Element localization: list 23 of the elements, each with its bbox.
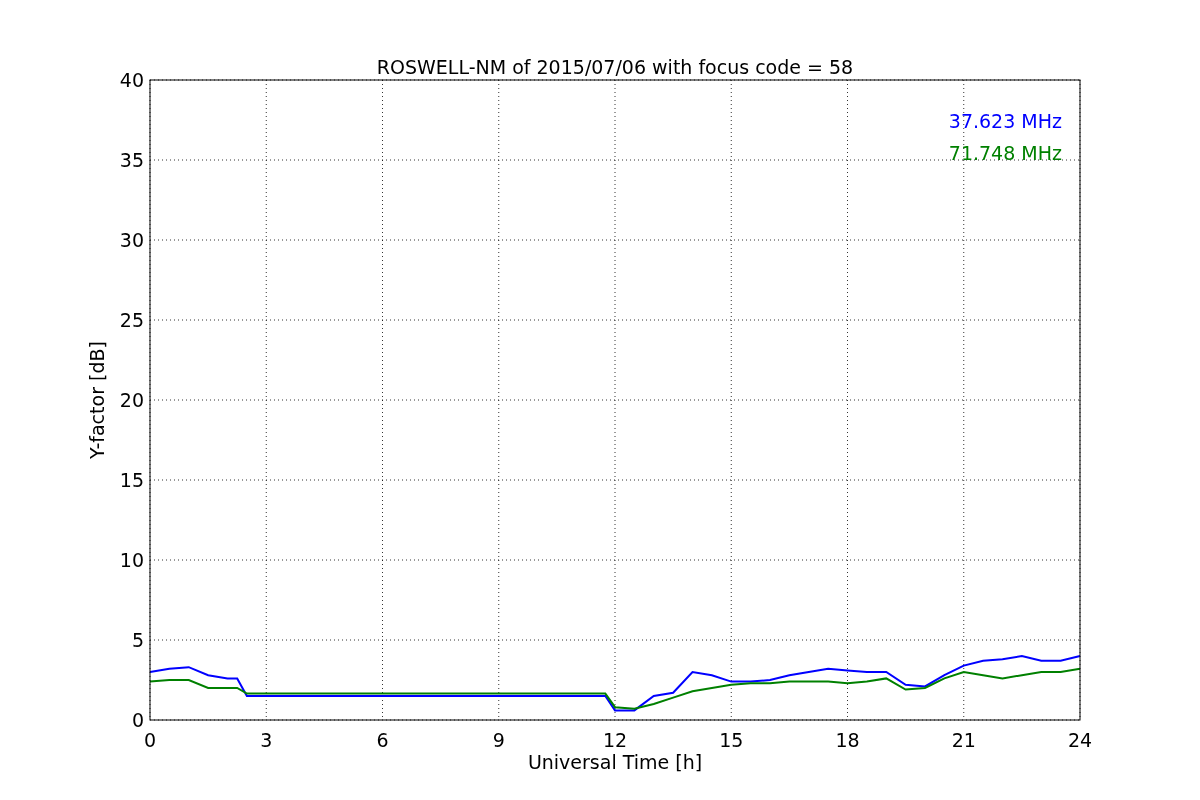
y-tick-label: 30	[119, 229, 144, 251]
y-tick-label: 5	[131, 629, 144, 651]
y-tick-label: 15	[119, 469, 144, 491]
y-axis-label: Y-factor [dB]	[86, 341, 108, 459]
x-tick-label: 9	[492, 729, 505, 751]
y-tick-label: 0	[131, 709, 144, 731]
x-tick-label: 18	[835, 729, 860, 751]
x-tick-label: 21	[951, 729, 976, 751]
x-tick-label: 6	[376, 729, 389, 751]
y-tick-label: 40	[119, 69, 144, 91]
x-tick-label: 12	[602, 729, 628, 751]
legend-label: 71.748 MHz	[948, 142, 1062, 164]
chart-title: ROSWELL-NM of 2015/07/06 with focus code = 58	[376, 56, 854, 78]
y-tick-label: 35	[119, 149, 144, 171]
x-axis-label: Universal Time [h]	[527, 751, 703, 773]
y-tick-label: 25	[119, 309, 144, 331]
x-tick-label: 24	[1067, 729, 1093, 751]
y-tick-label: 20	[119, 389, 144, 411]
legend-label: 37.623 MHz	[948, 110, 1062, 132]
x-tick-label: 0	[143, 729, 157, 751]
y-tick-label: 10	[119, 549, 144, 571]
x-tick-label: 15	[719, 729, 744, 751]
x-tick-label: 3	[260, 729, 273, 751]
